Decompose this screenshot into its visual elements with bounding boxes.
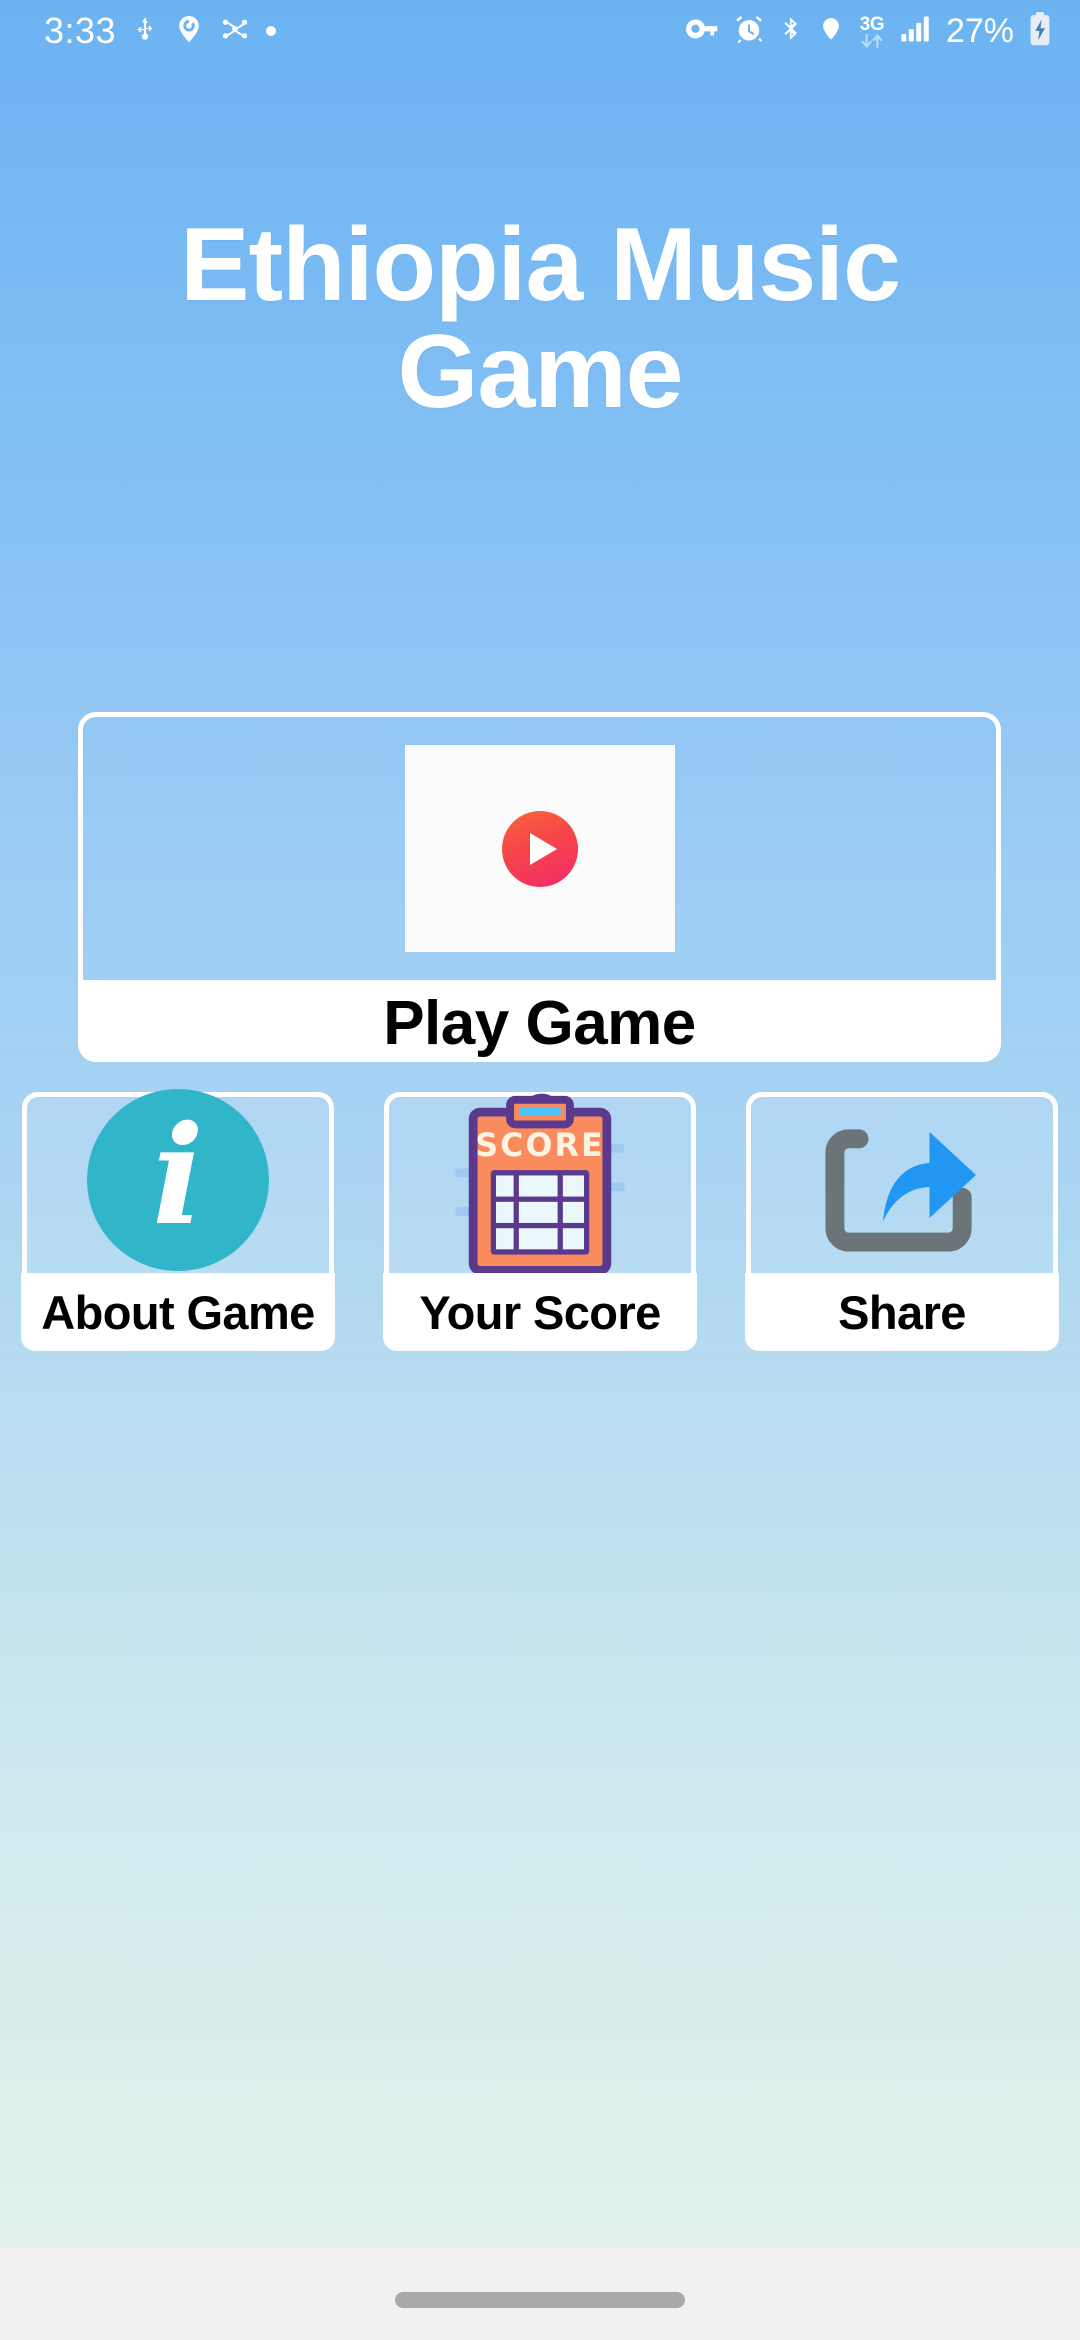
mobile-data-3g-icon: 3G (858, 15, 886, 48)
share-icon-area (751, 1097, 1053, 1267)
your-score-button[interactable]: SCORE Your Score (383, 1092, 697, 1351)
bluetooth-share-icon (220, 13, 250, 50)
bluetooth-icon (778, 13, 804, 50)
page-title: Ethiopia Music Game (0, 207, 1080, 431)
share-label: Share (838, 1285, 966, 1339)
location-share-icon (174, 13, 204, 50)
play-game-label-bar: Play Game (83, 980, 996, 1058)
share-label-bar: Share (745, 1273, 1059, 1351)
share-arrow-svg (825, 1129, 976, 1252)
battery-charging-icon (1028, 11, 1052, 51)
vpn-key-icon (686, 14, 720, 49)
system-navigation-bar (0, 2248, 1080, 2340)
page-title-line-2: Game (397, 314, 683, 431)
your-score-label: Your Score (419, 1285, 661, 1339)
app-screen: 3:33 3G 27% Ethiopia Music Game Play Gam… (0, 0, 1080, 2340)
about-game-button[interactable]: i About Game (21, 1089, 335, 1351)
about-game-icon-area: i (27, 1089, 329, 1271)
dot-indicator-icon (266, 26, 277, 36)
play-circle-icon (501, 810, 578, 887)
status-bar: 3:33 3G 27% (0, 0, 1080, 62)
status-clock: 3:33 (44, 10, 117, 51)
info-circle-shape: i (87, 1089, 269, 1271)
about-game-label-bar: About Game (21, 1273, 335, 1351)
your-score-icon-area: SCORE (389, 1093, 691, 1275)
info-letter: i (152, 1096, 204, 1256)
alarm-icon (734, 13, 764, 50)
play-game-label: Play Game (383, 988, 696, 1058)
share-button[interactable]: Share (745, 1092, 1059, 1351)
status-bar-left: 3:33 (44, 10, 277, 51)
battery-percentage: 27% (945, 11, 1014, 50)
play-game-thumbnail (404, 745, 675, 952)
signal-bars-icon (900, 14, 930, 49)
location-icon (818, 13, 844, 50)
share-arrow-icon (807, 1101, 997, 1278)
your-score-label-bar: Your Score (383, 1273, 697, 1351)
menu-tiles: i About Game SCORE Your Score Share (21, 1089, 1059, 1351)
usb-icon (132, 13, 158, 50)
play-triangle-icon (530, 832, 557, 865)
play-game-thumbnail-area (83, 717, 996, 980)
score-clipboard-svg: SCORE (455, 1093, 625, 1275)
play-game-button[interactable]: Play Game (78, 712, 1001, 1062)
info-circle-icon: i (87, 1089, 269, 1271)
score-clipboard-icon: SCORE (451, 1091, 629, 1286)
page-title-line-1: Ethiopia Music (180, 207, 901, 323)
about-game-label: About Game (41, 1285, 315, 1339)
home-gesture-pill[interactable] (395, 2292, 685, 2308)
status-bar-right: 3G 27% (686, 11, 1052, 51)
score-clipboard-text: SCORE (475, 1128, 605, 1164)
